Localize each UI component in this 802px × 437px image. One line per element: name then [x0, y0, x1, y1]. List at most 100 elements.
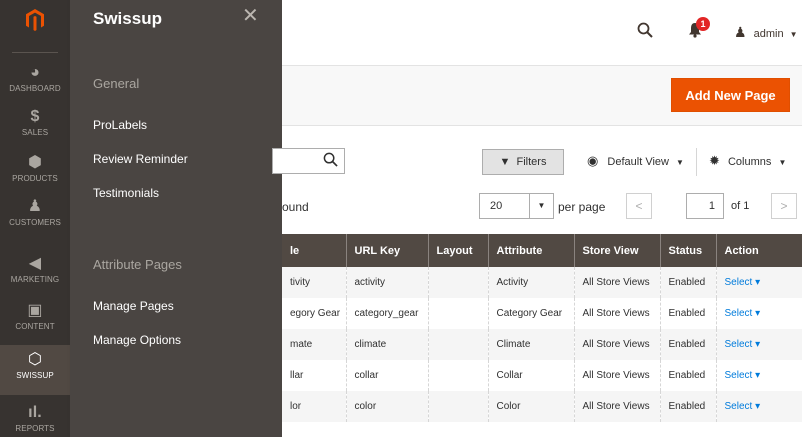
table-row[interactable]: egory Gear category_gear Category Gear A…: [282, 298, 802, 329]
table-cell: All Store Views: [574, 267, 661, 298]
column-header: Action: [716, 234, 802, 267]
column-header[interactable]: Status: [660, 234, 717, 267]
nav-label: CUSTOMERS: [9, 218, 61, 227]
toolbar-divider: [696, 148, 697, 176]
user-icon: ♟: [734, 24, 747, 40]
table-row[interactable]: mate climate Climate All Store Views Ena…: [282, 329, 802, 360]
page-actions-bar: Add New Page: [282, 66, 802, 126]
bar-chart-icon: ıl.: [28, 404, 42, 421]
filters-button[interactable]: ▼ Filters: [482, 149, 564, 175]
person-icon: ♟: [27, 198, 43, 215]
hexagon-icon: ⬡: [27, 351, 43, 368]
table-cell: All Store Views: [574, 391, 661, 422]
table-header-row: le URL Key Layout Attribute Store View S…: [282, 234, 802, 267]
table-cell: Category Gear: [488, 298, 575, 329]
row-action-select[interactable]: Select ▾: [716, 360, 802, 391]
column-header[interactable]: URL Key: [346, 234, 429, 267]
pages-grid: le URL Key Layout Attribute Store View S…: [282, 234, 802, 422]
table-cell: Activity: [488, 267, 575, 298]
nav-item-marketing[interactable]: ◀ MARKETING: [0, 253, 70, 301]
row-action-select[interactable]: Select ▾: [716, 329, 802, 360]
table-cell: category_gear: [346, 298, 429, 329]
nav-label: MARKETING: [10, 275, 60, 284]
table-cell: All Store Views: [574, 298, 661, 329]
nav-divider: [12, 52, 58, 53]
search-icon[interactable]: [323, 152, 338, 170]
nav-item-products[interactable]: ⬢ PRODUCTS: [0, 152, 70, 200]
column-header[interactable]: Attribute: [488, 234, 575, 267]
eye-icon: ◉: [587, 153, 599, 168]
chevron-down-icon: ▼: [789, 30, 798, 39]
page-count-text: of 1: [731, 200, 750, 212]
prev-page-button[interactable]: <: [626, 193, 652, 219]
flyout-link-manage-options[interactable]: Manage Options: [93, 333, 181, 347]
row-action-select[interactable]: Select ▾: [716, 298, 802, 329]
chevron-down-icon[interactable]: ▼: [530, 193, 554, 219]
column-header[interactable]: Store View: [574, 234, 661, 267]
page-number-input[interactable]: 1: [686, 193, 724, 219]
megaphone-icon: ◀: [28, 255, 42, 272]
table-cell: Enabled: [660, 298, 717, 329]
table-cell: activity: [346, 267, 429, 298]
swissup-flyout-menu: Swissup ✕ General ProLabels Review Remin…: [70, 0, 282, 437]
keyword-search-input[interactable]: [272, 148, 345, 174]
flyout-title: Swissup: [93, 9, 162, 28]
nav-label: REPORTS: [15, 424, 55, 433]
table-cell: All Store Views: [574, 329, 661, 360]
nav-label: SWISSUP: [16, 371, 54, 380]
flyout-link-testimonials[interactable]: Testimonials: [93, 186, 159, 200]
user-menu[interactable]: ♟ admin ▼: [734, 24, 798, 41]
dashboard-icon: ◕: [30, 64, 40, 81]
box-icon: ⬢: [27, 154, 43, 171]
table-cell: Enabled: [660, 267, 717, 298]
flyout-link-manage-pages[interactable]: Manage Pages: [93, 299, 174, 313]
add-new-page-button[interactable]: Add New Page: [671, 78, 790, 112]
table-cell: Enabled: [660, 391, 717, 422]
row-action-select[interactable]: Select ▾: [716, 267, 802, 298]
default-view-dropdown[interactable]: ◉ Default View ▼: [587, 153, 684, 169]
table-cell: Collar: [488, 360, 575, 391]
chevron-down-icon: ▼: [778, 158, 787, 167]
chevron-left-icon: <: [635, 199, 643, 213]
table-row[interactable]: llar collar Collar All Store Views Enabl…: [282, 360, 802, 391]
table-cell: egory Gear: [282, 298, 347, 329]
column-header[interactable]: Layout: [428, 234, 489, 267]
magento-logo-icon[interactable]: [0, 0, 70, 40]
table-cell: [428, 329, 489, 360]
table-row[interactable]: lor color Color All Store Views Enabled …: [282, 391, 802, 422]
flyout-link-prolabels[interactable]: ProLabels: [93, 118, 147, 132]
nav-item-content[interactable]: ▣ CONTENT: [0, 300, 70, 348]
nav-item-dashboard[interactable]: ◕ DASHBOARD: [0, 62, 70, 110]
columns-dropdown[interactable]: ✹ Columns ▼: [709, 153, 786, 169]
close-icon[interactable]: ✕: [242, 6, 259, 26]
nav-item-sales[interactable]: $ SALES: [0, 106, 70, 154]
per-page-select[interactable]: 20: [479, 193, 530, 219]
nav-item-reports[interactable]: ıl. REPORTS: [0, 402, 70, 437]
table-cell: climate: [346, 329, 429, 360]
flyout-link-review-reminder[interactable]: Review Reminder: [93, 152, 188, 166]
records-found-text: ound: [282, 200, 309, 214]
nav-item-customers[interactable]: ♟ CUSTOMERS: [0, 196, 70, 244]
nav-item-swissup[interactable]: ⬡ SWISSUP: [0, 345, 70, 395]
search-icon[interactable]: [637, 22, 653, 41]
chevron-right-icon: >: [780, 199, 788, 213]
dollar-icon: $: [30, 108, 40, 125]
filter-icon: ▼: [499, 156, 511, 168]
next-page-button[interactable]: >: [771, 193, 797, 219]
table-cell: mate: [282, 329, 347, 360]
table-cell: Color: [488, 391, 575, 422]
nav-label: PRODUCTS: [12, 174, 58, 183]
chevron-down-icon: ▼: [676, 158, 684, 167]
nav-label: CONTENT: [15, 322, 55, 331]
table-cell: llar: [282, 360, 347, 391]
table-cell: collar: [346, 360, 429, 391]
nav-label: DASHBOARD: [9, 84, 61, 93]
table-cell: tivity: [282, 267, 347, 298]
table-row[interactable]: tivity activity Activity All Store Views…: [282, 267, 802, 298]
user-name: admin: [753, 28, 784, 40]
row-action-select[interactable]: Select ▾: [716, 391, 802, 422]
column-header[interactable]: le: [282, 234, 347, 267]
notification-badge: 1: [696, 17, 710, 31]
layout-icon: ▣: [27, 302, 43, 319]
flyout-section-heading: General: [93, 76, 140, 91]
